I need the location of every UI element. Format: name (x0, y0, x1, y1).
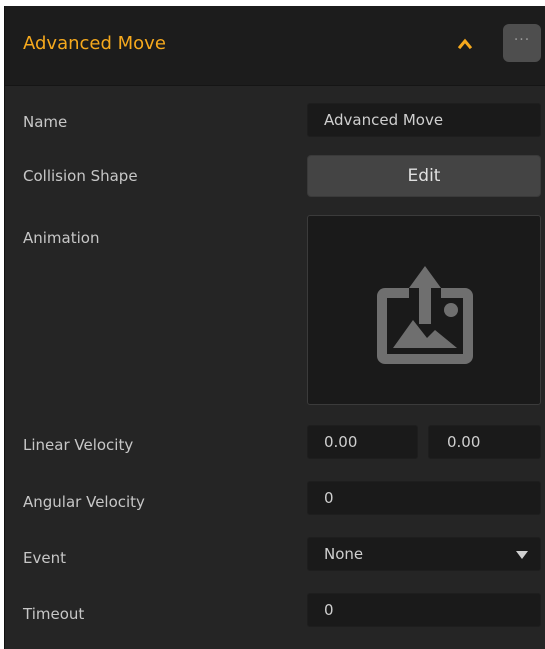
timeout-value: 0 (324, 601, 334, 619)
angular-velocity-label: Angular Velocity (23, 493, 145, 511)
chevron-up-icon[interactable] (457, 36, 473, 52)
linear-velocity-x-field[interactable]: 0.00 (307, 425, 418, 459)
linear-velocity-y-field[interactable]: 0.00 (428, 425, 541, 459)
edit-collision-shape-button[interactable]: Edit (307, 155, 541, 197)
dropdown-arrow-icon (516, 551, 528, 559)
linear-velocity-label: Linear Velocity (23, 436, 134, 454)
timeout-label: Timeout (23, 605, 85, 623)
event-dropdown[interactable]: None (307, 537, 541, 571)
panel-title: Advanced Move (23, 33, 166, 54)
linear-velocity-y-value: 0.00 (447, 433, 481, 451)
timeout-field[interactable]: 0 (307, 593, 541, 627)
event-label: Event (23, 549, 66, 567)
more-horizontal-icon: ··· (513, 32, 531, 48)
linear-velocity-x-value: 0.00 (324, 433, 358, 451)
collision-shape-label: Collision Shape (23, 167, 138, 185)
animation-upload-area[interactable] (307, 215, 541, 405)
event-value: None (324, 545, 364, 563)
animation-label: Animation (23, 229, 100, 247)
advanced-move-panel: Advanced Move ··· Name Advanced Move Col… (4, 6, 545, 649)
image-upload-icon (377, 266, 473, 364)
panel-header[interactable]: Advanced Move ··· (5, 6, 545, 86)
name-label: Name (23, 113, 68, 131)
name-value: Advanced Move (324, 111, 444, 129)
name-field[interactable]: Advanced Move (307, 103, 541, 137)
more-options-button[interactable]: ··· (503, 24, 541, 62)
angular-velocity-field[interactable]: 0 (307, 481, 541, 515)
angular-velocity-value: 0 (324, 489, 334, 507)
